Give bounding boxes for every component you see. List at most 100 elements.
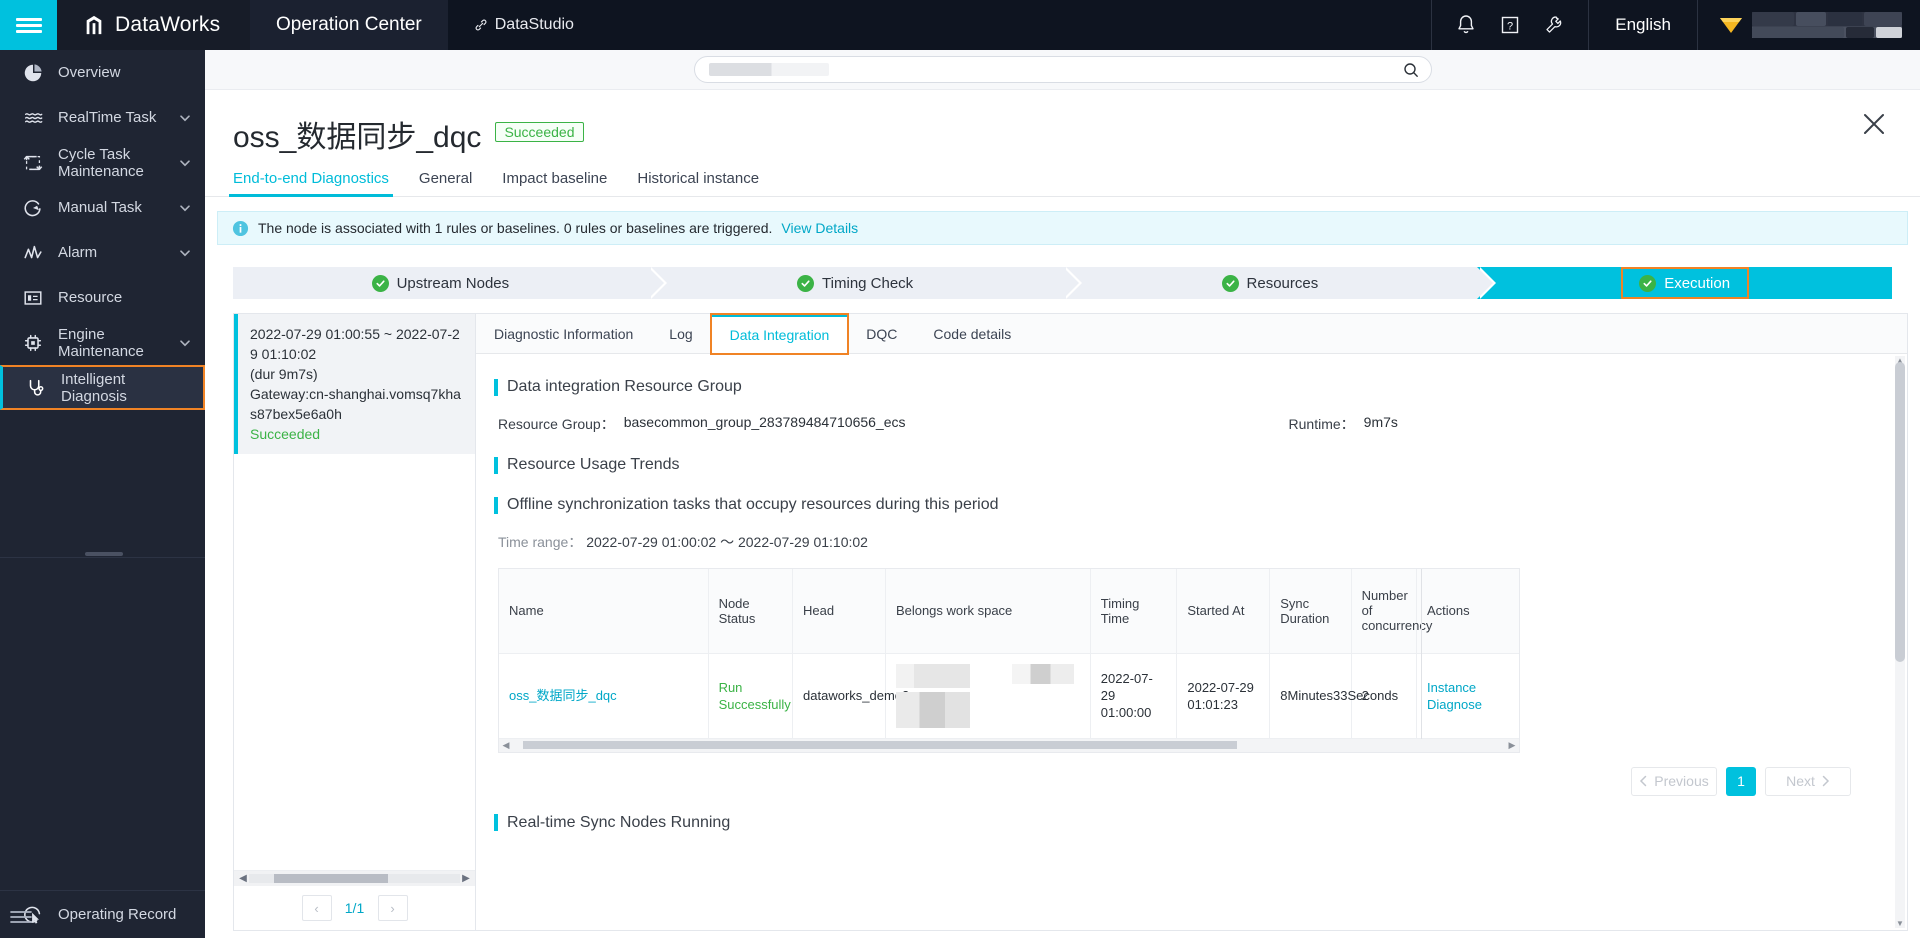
resource-group-row: Resource Group： basecommon_group_2837894… <box>498 414 1885 434</box>
detail-panel-vertical-scrollbar[interactable]: ▲ ▼ <box>1895 356 1905 928</box>
cell-node-status: Run Successfully <box>718 679 791 712</box>
sidebar-item-alarm[interactable]: Alarm <box>0 230 205 275</box>
column-header-actions[interactable]: Actions <box>1416 569 1519 654</box>
table-scroll-left-arrow-icon[interactable]: ◀ <box>499 740 513 751</box>
notice-view-details-link[interactable]: View Details <box>781 220 858 236</box>
chevron-down-icon[interactable] <box>179 202 191 214</box>
pagination-previous-button[interactable]: Previous <box>1631 766 1717 796</box>
sidebar-item-cycle-task-maintenance[interactable]: Cycle Task Maintenance <box>0 140 205 185</box>
tab-general[interactable]: General <box>419 170 472 196</box>
mask-bar <box>895 663 970 688</box>
table-scroll-thumb[interactable] <box>522 741 1238 749</box>
left-panel-horizontal-scrollbar[interactable]: ◀ ▶ <box>234 870 475 886</box>
sidebar-item-operating-record[interactable]: Operating Record <box>14 892 190 937</box>
chevron-left-icon <box>1640 775 1647 787</box>
hamburger-menu-button[interactable] <box>0 0 57 50</box>
tab-diagnostic-information[interactable]: Diagnostic Information <box>476 314 651 353</box>
table-scroll-right-arrow-icon[interactable]: ▶ <box>1505 740 1519 751</box>
sidebar-resize-handle[interactable] <box>85 552 123 556</box>
cell-task-name-link[interactable]: oss_数据同步_dqc <box>509 688 617 703</box>
page-title: oss_数据同步_dqc <box>233 121 482 154</box>
scroll-track[interactable] <box>249 874 460 883</box>
hamburger-bar <box>15 17 42 21</box>
column-header-head[interactable]: Head <box>792 569 886 654</box>
panel-scroll-thumb[interactable] <box>1895 362 1905 662</box>
sidebar-divider <box>0 557 205 558</box>
notice-banner: The node is associated with 1 rules or b… <box>217 211 1908 245</box>
topnav-datastudio-label: DataStudio <box>494 16 574 33</box>
step-timing-check[interactable]: Timing Check <box>647 267 1082 299</box>
chevron-down-icon[interactable] <box>179 247 191 259</box>
section-accent-bar <box>494 378 498 396</box>
column-header-timing-time[interactable]: Timing Time <box>1090 569 1178 654</box>
sidebar-item-engine-maintenance[interactable]: Engine Maintenance <box>0 320 205 365</box>
sidebar-item-realtime-task[interactable]: RealTime Task <box>0 95 205 140</box>
sidebar-item-intelligent-diagnosis[interactable]: Intelligent Diagnosis <box>0 365 205 410</box>
cell-belongs-work-space <box>885 653 1091 739</box>
execution-attempt-card[interactable]: 2022-07-29 01:00:55 ~ 2022-07-29 01:10:0… <box>234 314 475 454</box>
column-header-started-at[interactable]: Started At <box>1176 569 1271 654</box>
help-icon[interactable]: ? <box>1498 13 1522 37</box>
column-header-sync-duration[interactable]: Sync Duration <box>1269 569 1352 654</box>
scroll-thumb[interactable] <box>274 874 389 883</box>
panel-scroll-down-arrow-icon[interactable]: ▼ <box>1895 919 1905 928</box>
topnav-operation-center[interactable]: Operation Center <box>250 0 448 50</box>
hamburger-bar <box>15 23 42 27</box>
execution-list-panel: 2022-07-29 01:00:55 ~ 2022-07-29 01:10:0… <box>233 313 476 931</box>
close-icon[interactable] <box>1860 110 1888 138</box>
language-selector[interactable]: English <box>1588 0 1697 50</box>
chevron-down-icon[interactable] <box>179 112 191 124</box>
step-upstream-nodes[interactable]: Upstream Nodes <box>233 267 667 299</box>
brand-logo-area[interactable]: DataWorks <box>57 0 250 50</box>
section-title: Resource Usage Trends <box>507 456 680 473</box>
search-input[interactable] <box>693 56 1432 83</box>
column-header-concurrency[interactable]: Number of concurrency <box>1351 569 1432 654</box>
pagination-next-button[interactable]: Next <box>1765 766 1851 796</box>
resource-group-label: Resource Group： <box>498 416 615 432</box>
tab-historical-instance[interactable]: Historical instance <box>637 170 759 196</box>
bell-icon[interactable] <box>1454 13 1478 37</box>
tab-dqc[interactable]: DQC <box>848 314 915 353</box>
chevron-down-icon[interactable] <box>179 337 191 349</box>
cycle-icon <box>23 155 43 170</box>
sidebar-item-label: Alarm <box>58 244 98 261</box>
pie-chart-icon <box>24 63 42 81</box>
topnav-datastudio[interactable]: DataStudio <box>447 0 600 50</box>
offline-tasks-table: Name Node Status Head Belongs work space… <box>499 569 1519 739</box>
column-header-name[interactable]: Name <box>499 569 709 654</box>
sidebar-collapse-button[interactable] <box>10 909 32 930</box>
attempt-duration: (dur 9m7s) <box>250 366 318 382</box>
table-horizontal-scrollbar[interactable]: ◀ ▶ <box>498 738 1520 753</box>
left-pager-prev-button[interactable]: ‹ <box>301 895 332 921</box>
scroll-left-arrow-icon[interactable]: ◀ <box>237 873 249 884</box>
alarm-icon <box>24 245 42 258</box>
step-resources[interactable]: Resources <box>1062 267 1496 299</box>
sidebar-item-manual-task[interactable]: Manual Task <box>0 185 205 230</box>
sidebar-item-resource[interactable]: Resource <box>0 275 205 320</box>
left-pager-next-button[interactable]: › <box>377 895 408 921</box>
search-icon[interactable] <box>1403 62 1419 78</box>
info-icon <box>232 220 249 236</box>
tab-log[interactable]: Log <box>651 314 710 353</box>
mask-bar <box>895 691 970 728</box>
diagnosis-icon <box>29 379 44 396</box>
column-header-belongs-work-space[interactable]: Belongs work space <box>885 569 1091 654</box>
step-execution[interactable]: Execution <box>1477 267 1892 299</box>
tab-code-details[interactable]: Code details <box>915 314 1029 353</box>
sidebar-item-label: Engine Maintenance <box>58 325 144 360</box>
tab-end-to-end-diagnostics[interactable]: End-to-end Diagnostics <box>229 170 393 197</box>
column-header-node-status[interactable]: Node Status <box>708 569 794 654</box>
tab-data-integration[interactable]: Data Integration <box>709 313 850 355</box>
cell-sync-duration: 8Minutes33Seconds <box>1269 653 1398 739</box>
sidebar-item-overview[interactable]: Overview <box>0 50 205 95</box>
wrench-icon[interactable] <box>1542 13 1566 37</box>
cell-action-instance-diagnose-link[interactable]: Instance Diagnose <box>1427 680 1482 712</box>
pagination-page-1-button[interactable]: 1 <box>1726 766 1756 796</box>
scroll-right-arrow-icon[interactable]: ▶ <box>460 873 472 884</box>
user-account-menu[interactable] <box>1697 0 1920 50</box>
chevron-down-icon[interactable] <box>179 157 191 169</box>
table-scroll-track[interactable] <box>513 741 1505 749</box>
check-icon <box>1221 274 1239 292</box>
tab-impact-baseline[interactable]: Impact baseline <box>502 170 607 196</box>
section-accent-bar <box>494 496 498 514</box>
